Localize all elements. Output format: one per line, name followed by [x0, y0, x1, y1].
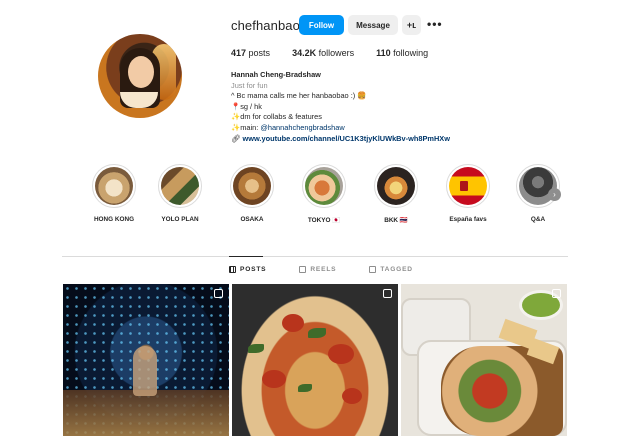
profile-full-name: Hannah Cheng-Bradshaw: [231, 70, 321, 79]
highlight-label: HONG KONG: [93, 216, 135, 223]
active-tab-indicator: [229, 256, 263, 257]
tagged-icon: [369, 266, 377, 273]
profile-stats: 417 posts 34.2K followers 110 following: [231, 48, 450, 58]
highlight-label: BKK 🇹🇭: [384, 217, 408, 224]
highlight-hong-kong[interactable]: HONG KONG: [84, 164, 144, 223]
bio-line-4: ✨main: @hannahchengbradshaw: [231, 122, 345, 132]
highlight-hong-kong-cover: [95, 167, 133, 205]
add-user-button[interactable]: +ʟ: [402, 15, 421, 35]
carousel-icon: [552, 289, 561, 298]
more-options-icon[interactable]: •••: [427, 17, 443, 31]
highlight-tokyo-cover: [305, 167, 343, 205]
profile-avatar[interactable]: [98, 34, 182, 118]
profile-tabs: POSTS REELS TAGGED: [229, 266, 446, 273]
bio-mention-link[interactable]: @hannahchengbradshaw: [260, 123, 344, 132]
highlight-yolo-plan[interactable]: YOLO PLAN: [150, 164, 210, 223]
following-stat[interactable]: 110 following: [376, 48, 428, 58]
tab-tagged[interactable]: TAGGED: [369, 266, 413, 273]
message-button[interactable]: Message: [348, 15, 398, 35]
link-icon: 🔗︎: [231, 133, 241, 143]
grid-icon: [229, 266, 236, 273]
profile-bio: Hannah Cheng-Bradshaw Just for fun ^ Bc …: [231, 70, 531, 144]
highlight-osaka[interactable]: OSAKA: [222, 164, 282, 223]
profile-category: Just for fun: [231, 80, 268, 90]
highlight-espana-favs[interactable]: España favs: [438, 164, 498, 223]
followers-stat[interactable]: 34.2K followers: [292, 48, 354, 58]
highlight-label: España favs: [449, 216, 487, 223]
highlight-bkk[interactable]: BKK 🇹🇭: [366, 164, 426, 224]
highlight-yolo-plan-cover: [161, 167, 199, 205]
tabs-divider: [62, 256, 568, 257]
bio-external-link[interactable]: www.youtube.com/channel/UC1K3tjyKlUWkBv-…: [242, 134, 450, 143]
follow-button[interactable]: Follow: [299, 15, 344, 35]
highlight-osaka-cover: [233, 167, 271, 205]
profile-username: chefhanbao: [231, 18, 300, 33]
post-thumbnail[interactable]: [401, 284, 567, 436]
highlight-label: OSAKA: [240, 216, 264, 223]
highlight-label: TOKYO 🇯🇵: [307, 217, 341, 224]
posts-stat: 417 posts: [231, 48, 271, 58]
highlight-tokyo[interactable]: TOKYO 🇯🇵: [294, 164, 354, 224]
avatar-face: [128, 56, 154, 88]
highlight-label: YOLO PLAN: [161, 216, 199, 223]
bio-line-2: 📍sg / hk: [231, 101, 262, 111]
bio-link-row: 🔗︎ www.youtube.com/channel/UC1K3tjyKlUWk…: [231, 134, 531, 145]
spain-flag-icon: [449, 167, 487, 205]
reel-icon: [214, 289, 223, 298]
story-highlights: HONG KONG YOLO PLAN OSAKA TOKYO 🇯🇵 BKK 🇹…: [84, 164, 574, 230]
post-thumbnail[interactable]: [232, 284, 398, 436]
bio-line-1: ^ Bc mama calls me her hanbaobao :) 🍔: [231, 91, 367, 101]
highlight-label: Q&A: [530, 216, 546, 223]
add-user-icon: +ʟ: [406, 20, 417, 30]
carousel-icon: [383, 289, 392, 298]
reels-icon: [299, 266, 307, 273]
tab-reels[interactable]: REELS: [299, 266, 336, 273]
bio-line-3: ✨dm for collabs & features: [231, 112, 322, 122]
highlight-bkk-cover: [377, 167, 415, 205]
tab-posts[interactable]: POSTS: [229, 266, 266, 273]
chevron-right-icon[interactable]: ›: [548, 188, 561, 201]
post-thumbnail[interactable]: [63, 284, 229, 436]
